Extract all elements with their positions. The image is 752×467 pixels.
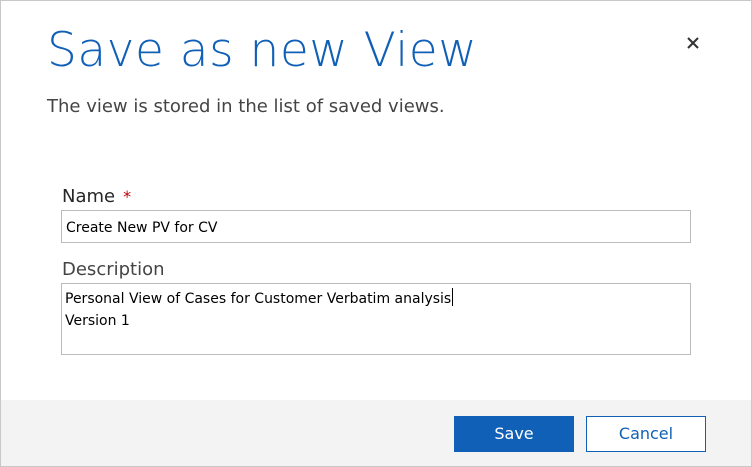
name-field[interactable]: Create New PV for CV [61, 210, 691, 243]
description-line: Personal View of Cases for Customer Verb… [65, 288, 687, 310]
save-view-dialog: Save as new View The view is stored in t… [0, 0, 752, 467]
description-line-text: Personal View of Cases for Customer Verb… [65, 291, 452, 307]
cancel-button[interactable]: Cancel [586, 416, 706, 452]
dialog-footer: Save Cancel [1, 400, 751, 466]
name-label-text: Name [62, 186, 116, 207]
dialog-subtitle: The view is stored in the list of saved … [47, 96, 445, 117]
dialog-title: Save as new View [47, 23, 478, 78]
description-label: Description [62, 259, 165, 280]
description-line: Version 1 [65, 313, 130, 329]
name-field-value: Create New PV for CV [66, 220, 218, 236]
name-label: Name * [62, 186, 131, 207]
close-glyph [687, 37, 699, 49]
description-field[interactable]: Personal View of Cases for Customer Verb… [61, 283, 691, 355]
text-caret [452, 288, 454, 306]
close-icon[interactable] [682, 31, 704, 53]
required-marker: * [123, 187, 132, 206]
save-button[interactable]: Save [454, 416, 574, 452]
